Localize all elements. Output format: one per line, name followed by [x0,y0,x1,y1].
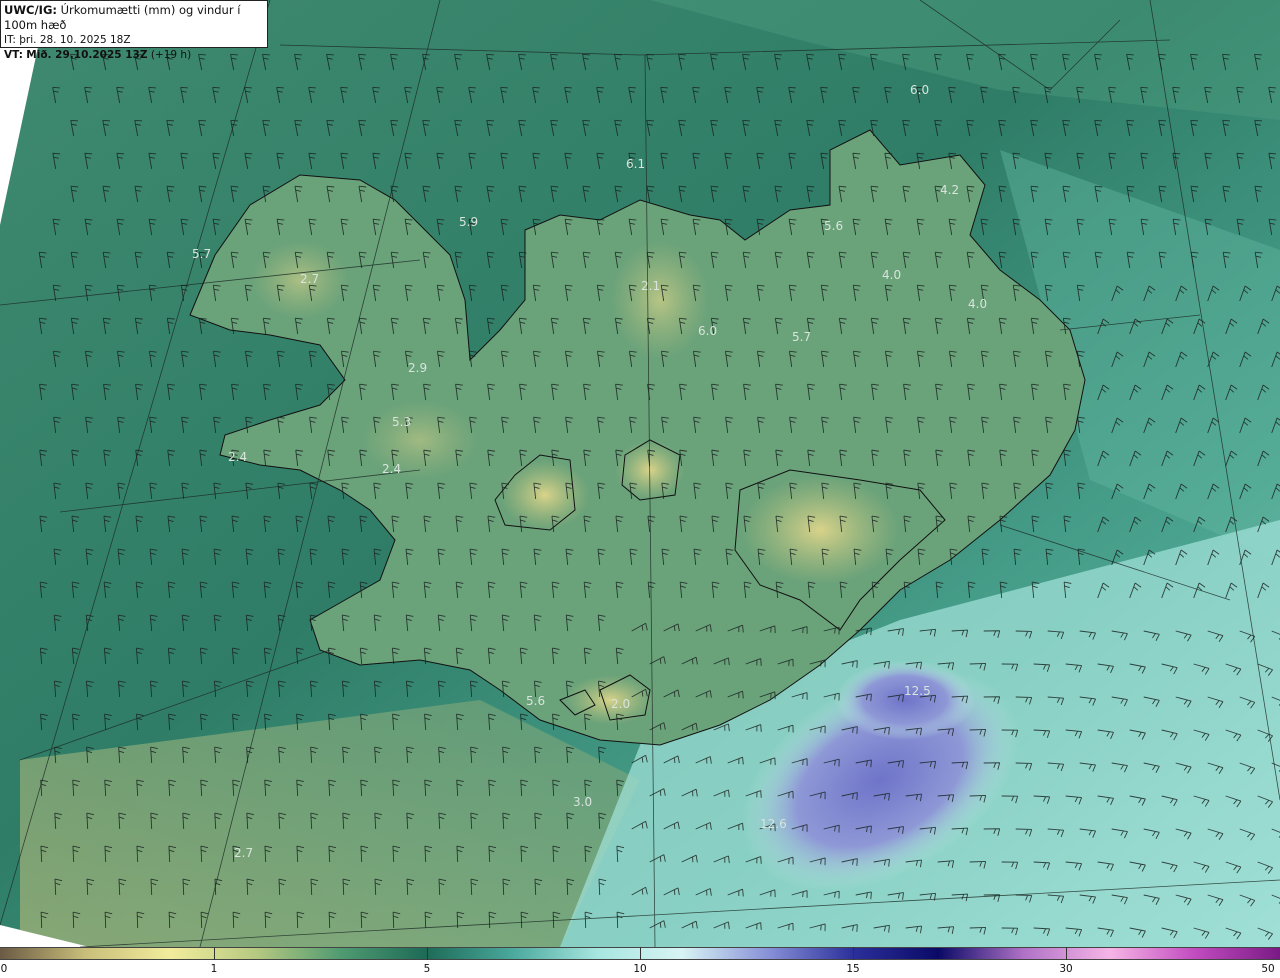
point-label: 5.6 [824,219,843,233]
colorbar-label: 30 [1059,963,1073,975]
point-label: 5.3 [392,415,411,429]
point-label: 5.6 [526,694,545,708]
point-label: 5.7 [792,330,811,344]
point-label: 12.6 [760,817,787,831]
lead-time: (+19 h) [150,49,192,61]
point-label: 6.0 [698,324,717,338]
point-label: 2.4 [382,462,401,476]
init-time-label: IT: [4,34,16,46]
valid-time-label: VT: [4,49,23,61]
point-label: 2.7 [234,846,253,860]
info-box: UWC/IG: Úrkomumætti (mm) og vindur í 100… [0,0,268,61]
title-line: UWC/IG: Úrkomumætti (mm) og vindur í 100… [4,3,264,33]
point-label: 4.0 [882,268,901,282]
valid-time-line: VT: Mið. 29.10.2025 13Z (+19 h) [4,48,264,63]
point-label: 2.7 [300,272,319,286]
point-label: 6.1 [626,157,645,171]
model-name: UWC/IG: [4,3,57,17]
point-label: 2.4 [228,450,247,464]
valid-time-value: Mið. 29.10.2025 13Z [26,49,148,61]
point-label: 5.7 [192,247,211,261]
point-label: 2.9 [408,361,427,375]
colorbar-label: 0 [0,963,8,975]
colorbar-label: 15 [846,963,860,975]
point-label: 3.0 [573,795,592,809]
weather-map: 6.0 6.1 5.9 5.7 2.7 4.2 5.6 4.0 4.0 2.1 … [0,0,1280,947]
point-label: 5.9 [459,215,478,229]
colorbar-tick [640,947,641,960]
init-time-line: IT: þri. 28. 10. 2025 18Z [4,33,264,48]
init-time-value: þri. 28. 10. 2025 18Z [19,34,131,46]
colorbar-tick [853,947,854,960]
colorbar-label: 50 [1261,963,1275,975]
colorbar-label: 10 [633,963,647,975]
point-label: 12.5 [904,684,931,698]
point-label: 2.0 [611,697,630,711]
colorbar-label: 5 [423,963,431,975]
point-label: 4.0 [968,297,987,311]
point-label: 6.0 [910,83,929,97]
point-label: 4.2 [940,183,959,197]
point-label: 2.1 [641,279,660,293]
colorbar-tick [427,947,428,960]
colorbar-tick [1066,947,1067,960]
colorbar-tick [214,947,215,960]
colorbar-label: 1 [210,963,218,975]
